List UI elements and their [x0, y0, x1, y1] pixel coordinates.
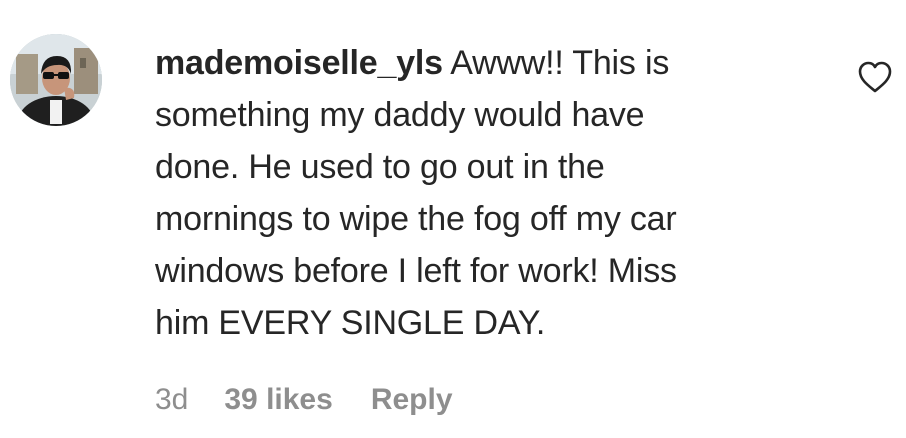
reply-button[interactable]: Reply — [371, 383, 453, 417]
comment-likes[interactable]: 39 likes — [224, 383, 332, 417]
comment-time[interactable]: 3d — [155, 383, 188, 417]
comment-username[interactable]: mademoiselle_yls — [155, 44, 443, 82]
avatar-photo — [10, 34, 102, 126]
comment: mademoiselle_yls Awww!! This is somethin… — [0, 0, 906, 438]
heart-outline-icon — [858, 61, 892, 93]
comment-text: Awww!! This is something my daddy would … — [155, 44, 677, 342]
comment-meta: 3d 39 likes Reply — [155, 378, 453, 422]
like-button[interactable] — [857, 60, 893, 94]
comment-body: mademoiselle_yls Awww!! This is somethin… — [155, 37, 845, 349]
avatar[interactable] — [10, 34, 102, 126]
